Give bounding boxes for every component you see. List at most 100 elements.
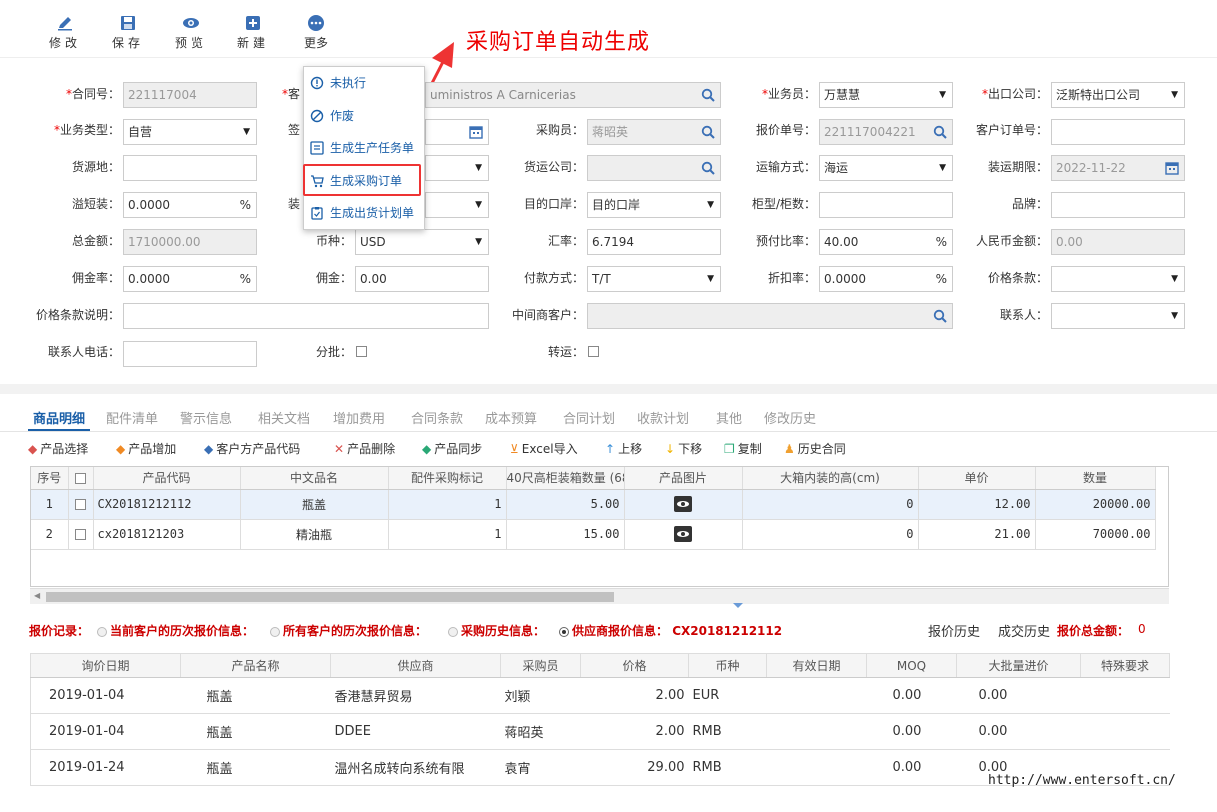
edit-button[interactable]: 修改	[40, 14, 90, 51]
table-row[interactable]: 2019-01-04 瓶盖 香港慧昇贸易 刘颖 2.00 EUR 0.00 0.…	[30, 677, 1170, 714]
intermediary-field[interactable]	[587, 303, 953, 329]
col-header-buyer[interactable]: 采购员	[500, 653, 581, 678]
menu-item-production-task[interactable]: 生成生产任务单	[304, 134, 424, 162]
tab-extra-costs[interactable]: 增加费用	[333, 408, 385, 427]
tab-contract-terms[interactable]: 合同条款	[411, 408, 463, 427]
deal-history-link[interactable]: 成交历史	[998, 621, 1050, 640]
discount-field[interactable]: 0.0000%	[819, 266, 953, 292]
product-delete-button[interactable]: ✕ 产品删除	[334, 440, 395, 457]
quote-option-supplier-quote[interactable]: 供应商报价信息： CX20181212112	[559, 622, 782, 639]
tab-payment-plan[interactable]: 收款计划	[637, 408, 689, 427]
total-field[interactable]: 1710000.00	[123, 229, 257, 255]
search-icon[interactable]	[701, 125, 715, 139]
price-terms-select[interactable]: ▼	[1051, 266, 1185, 292]
col-header-bulk-price[interactable]: 大批量进价	[956, 653, 1081, 678]
partial-checkbox[interactable]	[356, 346, 367, 357]
copy-button[interactable]: ❐ 复制	[724, 440, 762, 457]
commission-rate-field[interactable]: 0.0000%	[123, 266, 257, 292]
col-header-price[interactable]: 价格	[580, 653, 689, 678]
col-header-inquiry-date[interactable]: 询价日期	[30, 653, 181, 678]
customer-order-field[interactable]	[1051, 119, 1185, 145]
hidden-select-3[interactable]: ▼	[425, 155, 489, 181]
history-contract-button[interactable]: ♟ 历史合同	[784, 440, 846, 457]
radio-icon[interactable]	[97, 626, 107, 637]
price-terms-desc-field[interactable]	[123, 303, 489, 329]
radio-selected-icon[interactable]	[559, 626, 569, 637]
image-placeholder-icon[interactable]	[674, 496, 692, 512]
calendar-icon[interactable]	[469, 125, 483, 139]
col-header-price[interactable]: 单价	[918, 467, 1036, 490]
salesperson-select[interactable]: 万慧慧 ▼	[819, 82, 953, 108]
menu-item-shipping-plan[interactable]: 生成出货计划单	[304, 199, 424, 227]
col-header-image[interactable]: 产品图片	[624, 467, 743, 490]
menu-item-void[interactable]: 作废	[304, 102, 424, 130]
col-header-supplier[interactable]: 供应商	[330, 653, 501, 678]
quote-option-current-customer[interactable]: 当前客户的历次报价信息：	[97, 622, 254, 639]
export-company-select[interactable]: 泛斯特出口公司 ▼	[1051, 82, 1185, 108]
table-row[interactable]: 2 cx2018121203 精油瓶 1 15.00 0 21.00 70000…	[31, 519, 1156, 550]
commission-field[interactable]: 0.00	[355, 266, 489, 292]
payment-select[interactable]: T/T ▼	[587, 266, 721, 292]
tab-product-detail[interactable]: 商品明细	[33, 408, 85, 427]
radio-icon[interactable]	[270, 626, 280, 637]
currency-select[interactable]: USD ▼	[355, 229, 489, 255]
transport-select[interactable]: 海运 ▼	[819, 155, 953, 181]
col-header-qty[interactable]: 数量	[1035, 467, 1156, 490]
col-header-qty40[interactable]: 40尺高柜装箱数量 (68	[506, 467, 625, 490]
ship-deadline-field[interactable]: 2022-11-22	[1051, 155, 1185, 181]
excel-import-button[interactable]: ⊻ Excel导入	[510, 440, 578, 457]
customer-field[interactable]: uministros A Carnicerias	[425, 82, 721, 108]
menu-item-not-executed[interactable]: 未执行	[304, 69, 424, 97]
product-add-button[interactable]: ◆ 产品增加	[116, 440, 176, 457]
source-field[interactable]	[123, 155, 257, 181]
col-header-height[interactable]: 大箱内装的高(cm)	[742, 467, 919, 490]
forwarder-field[interactable]	[587, 155, 721, 181]
dest-port-select[interactable]: 目的口岸 ▼	[587, 192, 721, 218]
col-header-product-name[interactable]: 产品名称	[180, 653, 331, 678]
col-header-valid-date[interactable]: 有效日期	[766, 653, 867, 678]
hidden-select-4[interactable]: ▼	[425, 192, 489, 218]
tab-cost-budget[interactable]: 成本预算	[485, 408, 537, 427]
row-checkbox[interactable]	[75, 499, 86, 510]
tab-documents[interactable]: 相关文档	[258, 408, 310, 427]
product-sync-button[interactable]: ◆ 产品同步	[422, 440, 482, 457]
search-icon[interactable]	[933, 309, 947, 323]
quote-option-purchase-history[interactable]: 采购历史信息：	[448, 622, 545, 639]
col-header-no[interactable]: 序号	[31, 467, 69, 490]
sign-date-field[interactable]	[425, 119, 489, 145]
col-header-moq[interactable]: MOQ	[866, 653, 957, 678]
move-up-button[interactable]: ↑ 上移	[605, 440, 642, 457]
search-icon[interactable]	[701, 88, 715, 102]
tab-contract-plan[interactable]: 合同计划	[563, 408, 615, 427]
contact-phone-field[interactable]	[123, 341, 257, 367]
preview-button[interactable]: 预览	[166, 14, 216, 51]
rate-field[interactable]: 6.7194	[587, 229, 721, 255]
search-icon[interactable]	[701, 161, 715, 175]
image-placeholder-icon[interactable]	[674, 526, 692, 542]
new-button[interactable]: 新建	[228, 14, 278, 51]
transship-checkbox[interactable]	[588, 346, 599, 357]
scroll-left-icon[interactable]: ◀	[34, 591, 40, 600]
col-header-special[interactable]: 特殊要求	[1080, 653, 1170, 678]
radio-icon[interactable]	[448, 626, 458, 637]
brand-field[interactable]	[1051, 192, 1185, 218]
contact-select[interactable]: ▼	[1051, 303, 1185, 329]
prepay-field[interactable]: 40.00%	[819, 229, 953, 255]
purchaser-field[interactable]: 蒋昭英	[587, 119, 721, 145]
tab-parts-list[interactable]: 配件清单	[106, 408, 158, 427]
col-header-name[interactable]: 中文品名	[240, 467, 389, 490]
calendar-icon[interactable]	[1165, 161, 1179, 175]
more-button[interactable]: 更多	[291, 14, 341, 51]
table-row[interactable]: 2019-01-04 瓶盖 DDEE 蒋昭英 2.00 RMB 0.00 0.0…	[30, 713, 1170, 750]
save-button[interactable]: 保存	[103, 14, 153, 51]
col-header-currency[interactable]: 币种	[688, 653, 767, 678]
tab-history[interactable]: 修改历史	[764, 408, 816, 427]
quote-history-link[interactable]: 报价历史	[928, 621, 980, 640]
tab-other[interactable]: 其他	[716, 408, 742, 427]
tab-warnings[interactable]: 警示信息	[180, 408, 232, 427]
quote-no-field[interactable]: 221117004221	[819, 119, 953, 145]
col-header-code[interactable]: 产品代码	[93, 467, 241, 490]
product-select-button[interactable]: ◆ 产品选择	[28, 440, 88, 457]
customer-product-code-button[interactable]: ◆ 客户方产品代码	[204, 440, 300, 457]
move-down-button[interactable]: ↓ 下移	[665, 440, 702, 457]
